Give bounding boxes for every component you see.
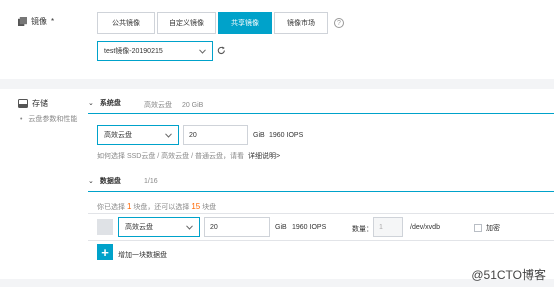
data-disk-iops: 1960 IOPS	[292, 224, 327, 231]
selected-image-value: test镜像-20190215	[104, 48, 163, 55]
refresh-icon[interactable]	[217, 46, 226, 55]
system-disk-iops: 1960 IOPS	[269, 132, 304, 139]
disk-icon	[18, 99, 28, 108]
disk-type-hint-link[interactable]: 详细说明>	[248, 153, 280, 160]
quantity-label: 数量：	[352, 226, 373, 233]
system-disk-type-select[interactable]: 高效云盘	[97, 125, 179, 145]
shared-image-select[interactable]: test镜像-20190215	[97, 41, 213, 61]
device-name: /dev/xvdb	[410, 224, 440, 231]
encrypt-label: 加密	[486, 225, 500, 232]
tab-shared-image[interactable]: 共享镜像	[218, 12, 272, 34]
add-data-disk-label[interactable]: 增加一块数据盘	[118, 250, 167, 260]
storage-section-label: 存储	[18, 98, 48, 109]
disk-type-hint-text: 如何选择 SSD云盘 / 高效云盘 / 普通云盘，请看	[97, 153, 245, 160]
data-disk-unit: GiB	[275, 224, 287, 231]
image-panel: 镜像 * 公共镜像 自定义镜像 共享镜像 镜像市场 ? test镜像-20190…	[0, 0, 554, 79]
selected-prefix: 你已选择	[97, 204, 125, 211]
image-label: 镜像	[31, 17, 47, 26]
image-stack-icon	[18, 17, 27, 26]
quantity-value: 1	[379, 223, 383, 231]
storage-panel: 存储 • 云盘参数和性能 ⌄ 系统盘 高效云盘 20 GiB 高效云盘 20 G…	[0, 89, 554, 279]
system-disk-summary-size: 20 GiB	[181, 102, 204, 109]
system-disk-summary-type: 高效云盘	[144, 102, 172, 109]
required-mark: *	[51, 17, 55, 26]
chevron-icon: ⌄	[88, 100, 94, 107]
data-disk-row-top	[88, 213, 554, 214]
tab-public-image[interactable]: 公共镜像	[97, 12, 155, 34]
image-section-label: 镜像 *	[18, 16, 54, 27]
tab-custom-image[interactable]: 自定义镜像	[157, 12, 216, 34]
selected-mid: 块盘，还可以选择	[133, 204, 190, 211]
watermark: @51CTO博客	[471, 268, 546, 282]
system-disk-summary: 高效云盘 20 GiB	[144, 100, 203, 110]
selected-suffix: 块盘	[202, 204, 217, 211]
add-data-disk-button[interactable]: +	[97, 244, 113, 260]
chevron-down-icon	[199, 48, 206, 54]
help-icon[interactable]: ?	[334, 18, 344, 28]
tab-image-market[interactable]: 镜像市场	[274, 12, 328, 34]
storage-label: 存储	[32, 99, 48, 108]
system-disk-size-value: 20	[189, 131, 197, 139]
system-disk-title: 系统盘	[99, 100, 121, 107]
data-disk-count: 1/16	[144, 178, 158, 185]
disk-type-hint: 如何选择 SSD云盘 / 高效云盘 / 普通云盘，请看 详细说明>	[97, 151, 280, 161]
plus-icon: +	[101, 244, 109, 260]
system-disk-size-input[interactable]: 20	[183, 125, 248, 145]
data-disk-title: 数据盘	[99, 178, 121, 185]
chevron-down-icon	[165, 132, 172, 138]
quantity-input[interactable]: 1	[373, 217, 403, 237]
system-disk-divider	[88, 113, 554, 114]
data-disk-size-input[interactable]: 20	[204, 217, 270, 237]
data-disk-row-bottom	[88, 240, 554, 241]
bullet: •	[20, 116, 23, 123]
disk-performance-link[interactable]: • 云盘参数和性能	[20, 114, 77, 124]
system-disk-toggle[interactable]: ⌄ 系统盘	[88, 98, 121, 108]
remaining-count: 15	[191, 202, 201, 211]
disk-performance-text: 云盘参数和性能	[28, 116, 78, 123]
selected-count: 1	[126, 202, 132, 211]
system-disk-unit: GiB	[253, 132, 265, 139]
chevron-down-icon	[186, 224, 193, 230]
data-disk-selection-note: 你已选择 1 块盘，还可以选择 15 块盘	[97, 202, 216, 212]
data-disk-divider	[88, 191, 554, 192]
remove-disk-button[interactable]	[97, 219, 113, 235]
system-disk-type-value: 高效云盘	[104, 132, 132, 139]
data-disk-type-value: 高效云盘	[125, 224, 153, 231]
data-disk-toggle[interactable]: ⌄ 数据盘	[88, 176, 121, 186]
data-disk-type-select[interactable]: 高效云盘	[118, 217, 200, 237]
data-disk-size-value: 20	[210, 223, 218, 231]
encrypt-checkbox[interactable]	[474, 224, 482, 232]
chevron-icon: ⌄	[88, 178, 94, 185]
